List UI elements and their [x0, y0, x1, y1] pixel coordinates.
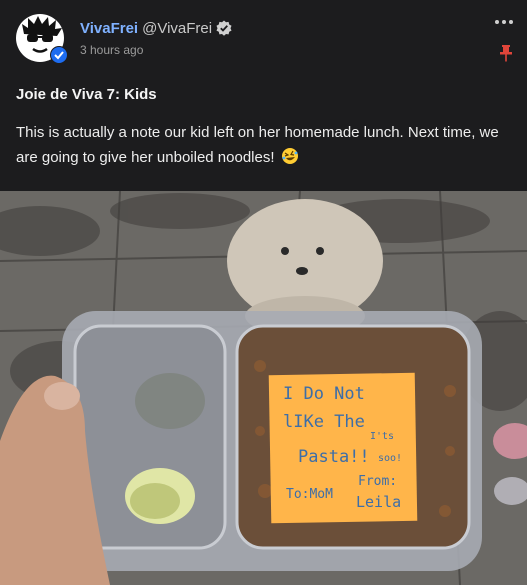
- verified-badge-icon: [50, 46, 68, 64]
- post-title: Joie de Viva 7: Kids: [16, 86, 157, 103]
- timestamp[interactable]: 3 hours ago: [80, 43, 143, 57]
- sticky-note: I Do Not lIKe The Pasta!! I'ts soo! To:M…: [268, 372, 418, 524]
- verified-check-icon: [216, 20, 232, 36]
- more-horizontal-icon[interactable]: [493, 14, 515, 24]
- rolling-on-floor-laughing-emoji-icon: [281, 147, 299, 165]
- post-body-text: This is actually a note our kid left on …: [16, 124, 499, 166]
- pin-icon[interactable]: [499, 44, 513, 62]
- note-side-2: soo!: [378, 453, 402, 464]
- note-line-5: From:: [358, 474, 397, 489]
- note-line-1: I Do Not: [283, 384, 365, 404]
- post-body: This is actually a note our kid left on …: [16, 120, 511, 170]
- note-line-4: To:MoM: [286, 487, 333, 502]
- note-side-1: I'ts: [370, 431, 394, 442]
- author-line: VivaFrei @VivaFrei: [80, 20, 232, 38]
- display-name[interactable]: VivaFrei: [80, 20, 138, 37]
- post-photo[interactable]: I Do Not lIKe The Pasta!! I'ts soo! To:M…: [0, 191, 527, 585]
- post-header: VivaFrei @VivaFrei 3 hours ago: [0, 0, 527, 72]
- note-line-3: Pasta!!: [298, 447, 370, 467]
- handle[interactable]: @VivaFrei: [142, 20, 212, 37]
- note-line-6: Leila: [356, 493, 401, 511]
- note-line-2: lIKe The: [283, 412, 365, 432]
